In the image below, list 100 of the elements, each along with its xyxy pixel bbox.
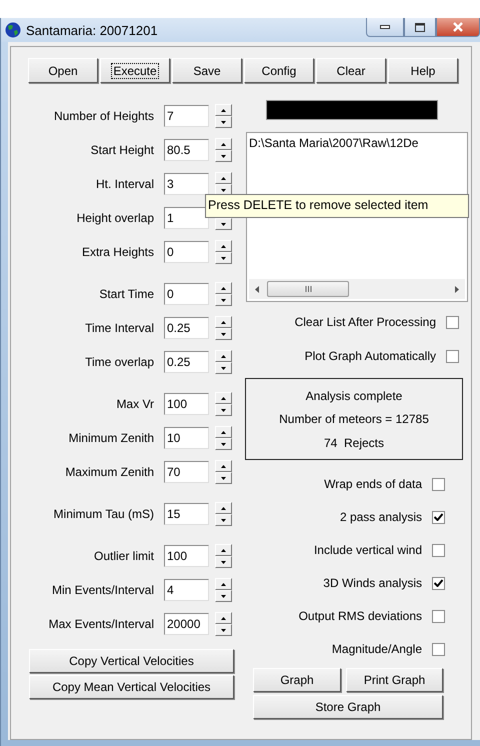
spin-up-button[interactable] — [215, 502, 232, 514]
spin-up-button[interactable] — [215, 612, 232, 624]
spin-up-button[interactable] — [215, 104, 232, 116]
checkbox[interactable] — [432, 510, 445, 524]
up-arrow-icon — [221, 396, 226, 400]
file-path[interactable]: D:\Santa Maria\2007\Raw\12De — [249, 136, 465, 150]
toolbar-button[interactable]: Execute — [100, 58, 170, 83]
down-arrow-icon — [221, 366, 226, 370]
checkbox[interactable] — [432, 544, 445, 556]
down-arrow-icon — [221, 120, 226, 124]
spin-down-button[interactable] — [215, 116, 232, 128]
maximize-icon — [415, 22, 425, 32]
globe-icon — [5, 22, 21, 38]
input-field[interactable]: 0 — [164, 283, 209, 305]
up-arrow-icon — [221, 142, 226, 146]
field-label: Minimum Zenith — [68, 431, 154, 445]
scrollbar[interactable] — [249, 279, 465, 299]
spin-down-button[interactable] — [215, 404, 232, 416]
input-field[interactable]: 20000 — [164, 613, 209, 635]
grip-icon — [304, 286, 312, 292]
up-arrow-icon — [221, 108, 226, 112]
input-field[interactable]: 70 — [164, 461, 209, 483]
checkbox[interactable] — [446, 350, 459, 362]
input-field[interactable]: 80.5 — [164, 139, 209, 161]
toolbar-button[interactable]: Save — [172, 58, 242, 83]
down-arrow-icon — [221, 476, 226, 480]
checkbox[interactable] — [432, 576, 445, 590]
graph-button[interactable]: Graph — [253, 668, 341, 692]
spin-down-button[interactable] — [215, 556, 232, 568]
spin-down-button[interactable] — [215, 514, 232, 526]
checkbox[interactable] — [432, 642, 445, 656]
input-field[interactable]: 100 — [164, 545, 209, 567]
input-field[interactable]: 10 — [164, 427, 209, 449]
result-text: Number of meteors = 12785 — [279, 412, 429, 426]
spin-up-button[interactable] — [215, 240, 232, 252]
graph-button[interactable]: Print Graph — [346, 668, 443, 692]
up-arrow-icon — [221, 176, 226, 180]
up-arrow-icon — [221, 286, 226, 290]
store-graph-button[interactable]: Store Graph — [253, 695, 443, 719]
checkbox[interactable] — [432, 610, 445, 622]
toolbar-button[interactable]: Open — [28, 58, 98, 83]
field-label: Start Time — [98, 287, 154, 301]
spin-up-button[interactable] — [215, 282, 232, 294]
spin-up-button[interactable] — [215, 392, 232, 404]
input-field[interactable]: 7 — [164, 105, 209, 127]
up-arrow-icon — [221, 616, 226, 620]
tooltip: Press DELETE to remove selected item — [205, 194, 469, 218]
minimize-icon — [380, 25, 390, 29]
spin-down-button[interactable] — [215, 624, 232, 636]
toolbar-button[interactable]: Config — [244, 58, 314, 83]
down-arrow-icon — [221, 442, 226, 446]
spin-up-button[interactable] — [215, 578, 232, 590]
close-button[interactable] — [436, 18, 480, 37]
result-text: 74 Rejects — [324, 436, 384, 450]
toolbar-button[interactable]: Help — [388, 58, 458, 83]
field-label: Extra Heights — [80, 245, 154, 259]
input-field[interactable]: 1 — [164, 207, 209, 229]
copy-button[interactable]: Copy Vertical Velocities — [29, 649, 234, 673]
input-field[interactable]: 0.25 — [164, 351, 209, 373]
up-arrow-icon — [221, 464, 226, 468]
minimize-button[interactable] — [366, 18, 404, 37]
spin-up-button[interactable] — [215, 350, 232, 362]
down-arrow-icon — [221, 628, 226, 632]
spin-up-button[interactable] — [215, 460, 232, 472]
copy-button[interactable]: Copy Mean Vertical Velocities — [29, 675, 234, 699]
spin-down-button[interactable] — [215, 218, 232, 230]
spin-up-button[interactable] — [215, 138, 232, 150]
checkbox-label: Plot Graph Automatically — [304, 349, 436, 363]
spin-down-button[interactable] — [215, 252, 232, 264]
spin-down-button[interactable] — [215, 150, 232, 162]
input-field[interactable]: 4 — [164, 579, 209, 601]
field-label: Max Vr — [115, 397, 154, 411]
spin-down-button[interactable] — [215, 362, 232, 374]
scrollbar-thumb[interactable] — [267, 281, 349, 297]
up-arrow-icon — [221, 506, 226, 510]
spin-up-button[interactable] — [215, 172, 232, 184]
spin-down-button[interactable] — [215, 590, 232, 602]
spin-up-button[interactable] — [215, 544, 232, 556]
down-arrow-icon — [221, 594, 226, 598]
field-label: Start Height — [90, 143, 154, 157]
spin-down-button[interactable] — [215, 328, 232, 340]
checkbox[interactable] — [432, 478, 445, 490]
checkbox[interactable] — [446, 316, 459, 328]
input-field[interactable]: 15 — [164, 503, 209, 525]
up-arrow-icon — [221, 430, 226, 434]
input-field[interactable]: 3 — [164, 173, 209, 195]
spin-down-button[interactable] — [215, 294, 232, 306]
input-field[interactable]: 100 — [164, 393, 209, 415]
up-arrow-icon — [221, 320, 226, 324]
down-arrow-icon — [221, 518, 226, 522]
maximize-button[interactable] — [404, 18, 436, 37]
spin-down-button[interactable] — [215, 472, 232, 484]
up-arrow-icon — [221, 548, 226, 552]
input-field[interactable]: 0 — [164, 241, 209, 263]
spin-down-button[interactable] — [215, 438, 232, 450]
toolbar-button[interactable]: Clear — [316, 58, 386, 83]
spin-up-button[interactable] — [215, 426, 232, 438]
spin-up-button[interactable] — [215, 316, 232, 328]
down-arrow-icon — [221, 222, 226, 226]
input-field[interactable]: 0.25 — [164, 317, 209, 339]
